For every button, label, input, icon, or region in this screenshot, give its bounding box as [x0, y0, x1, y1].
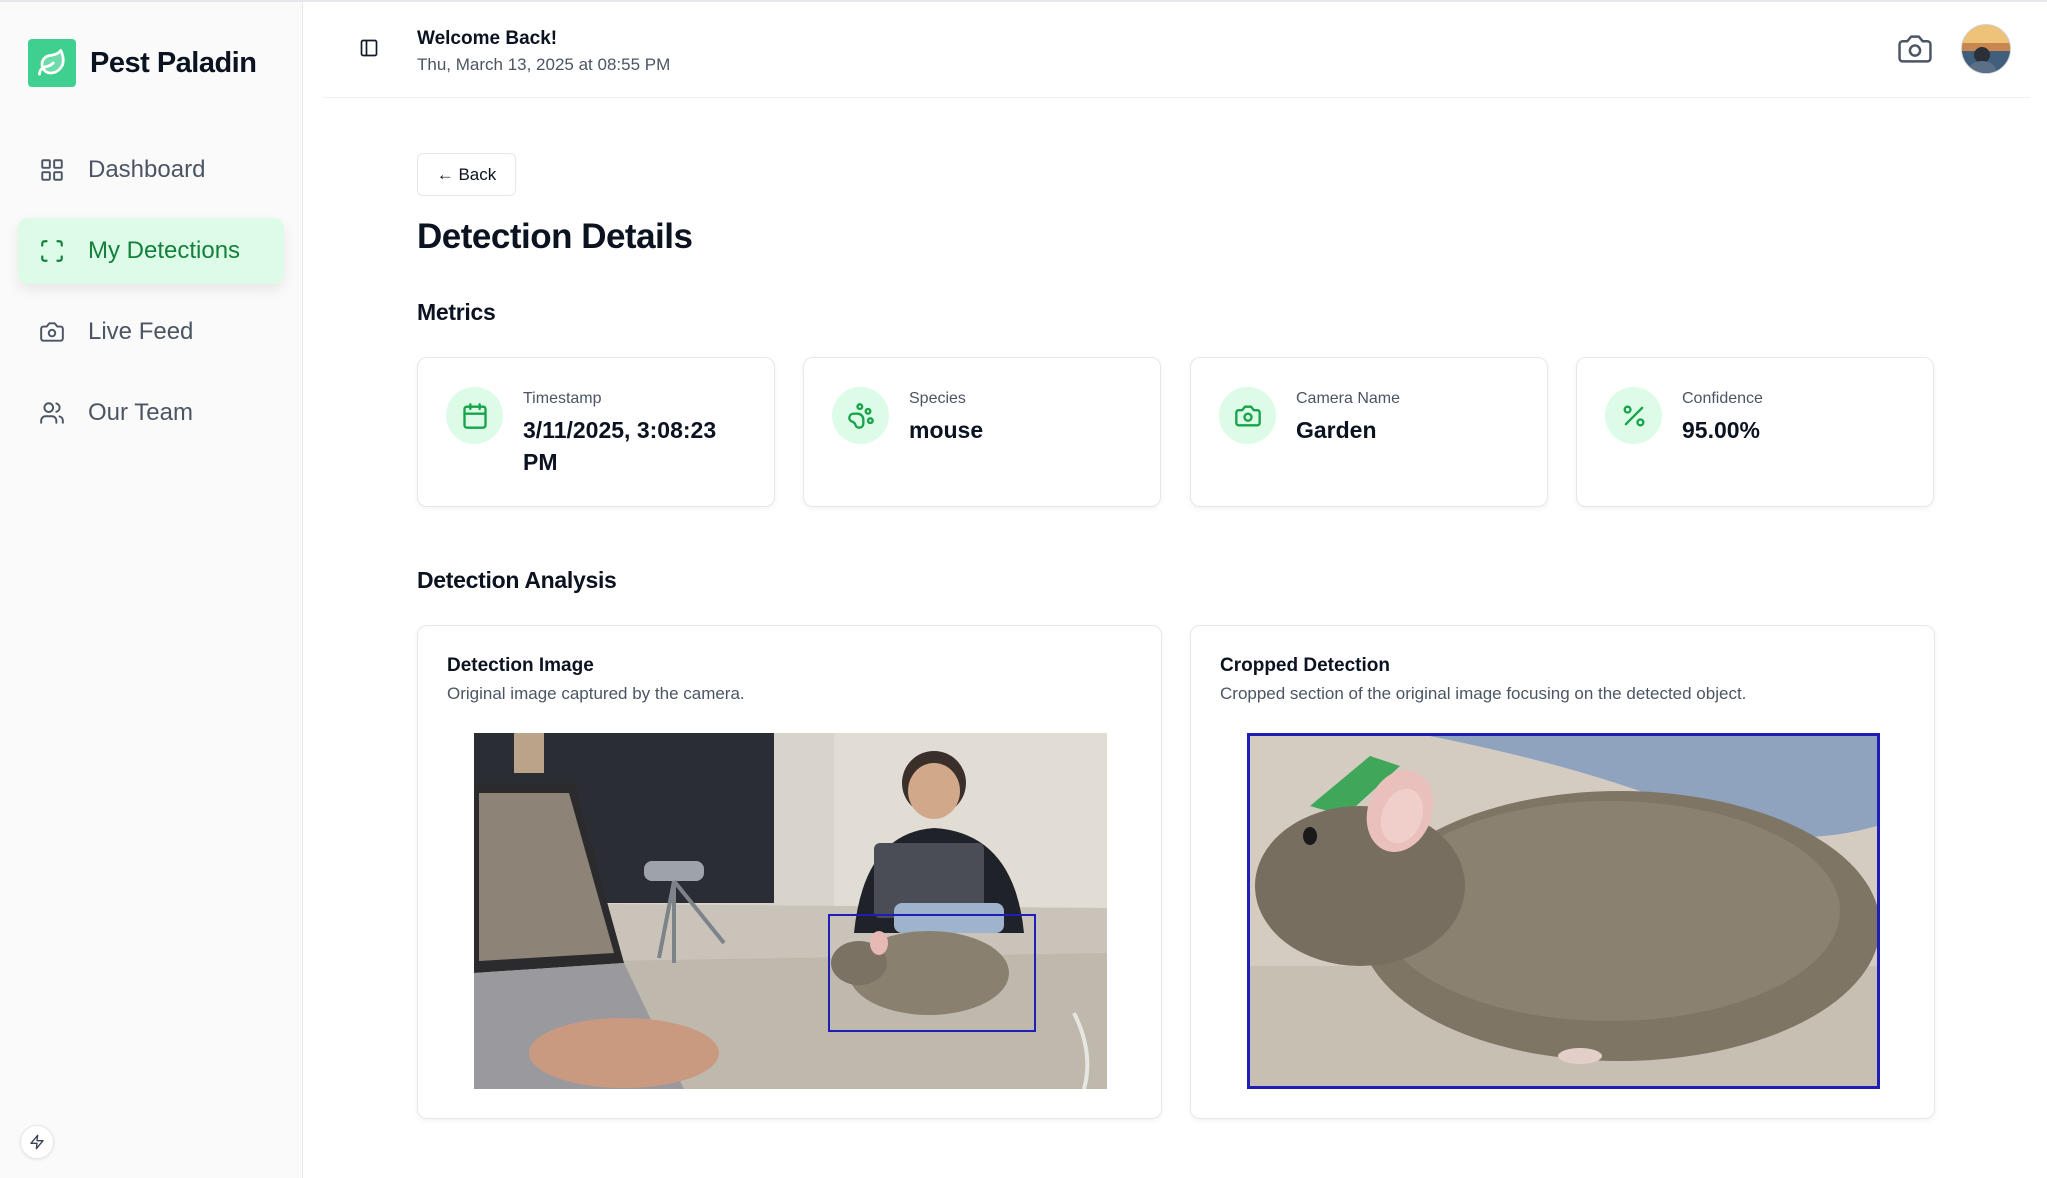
sidebar-item-dashboard[interactable]: Dashboard [18, 137, 284, 203]
camera-icon [38, 318, 66, 346]
metric-card-confidence: Confidence 95.00% [1576, 357, 1934, 507]
sidebar-item-label: Dashboard [88, 156, 206, 183]
metric-label: Camera Name [1296, 390, 1401, 407]
analysis-heading: Detection Analysis [417, 567, 617, 593]
sidebar-toggle-icon[interactable] [359, 38, 383, 62]
metric-card-camera-name: Camera Name Garden [1190, 357, 1548, 507]
back-button[interactable]: ← Back [417, 153, 516, 196]
metric-value: Garden [1296, 417, 1377, 443]
calendar-icon [446, 387, 503, 444]
metric-card-timestamp: Timestamp 3/11/2025, 3:08:23 PM [417, 357, 775, 507]
grid-icon [38, 156, 66, 184]
cropped-detection-card: Cropped Detection Cropped section of the… [1190, 625, 1935, 1119]
card-description: Cropped section of the original image fo… [1220, 684, 1747, 703]
leaf-logo-icon [28, 39, 76, 87]
percent-icon [1605, 387, 1662, 444]
metric-label: Confidence [1682, 390, 1763, 407]
metric-value: 95.00% [1682, 417, 1761, 443]
sidebar-item-my-detections[interactable]: My Detections [18, 218, 284, 284]
app: Pest Paladin Dashboard My Detections Liv… [0, 0, 2047, 1178]
metric-label: Species [909, 390, 966, 407]
metric-value: 3/11/2025, 3:08:23 PM [523, 417, 717, 475]
cropped-detection-image[interactable] [1247, 733, 1880, 1089]
metric-label: Timestamp [523, 390, 602, 407]
camera-icon[interactable] [1896, 32, 1936, 68]
sidebar-item-label: My Detections [88, 237, 241, 264]
detection-image-card: Detection Image Original image captured … [417, 625, 1162, 1119]
avatar[interactable] [1961, 24, 2011, 74]
sidebar-nav: Dashboard My Detections Live Feed Our Te… [18, 137, 284, 461]
current-datetime: Thu, March 13, 2025 at 08:55 PM [417, 55, 671, 74]
users-icon [38, 399, 66, 427]
card-description: Original image captured by the camera. [447, 684, 745, 703]
bolt-icon[interactable] [20, 1125, 54, 1159]
sidebar-item-label: Live Feed [88, 318, 194, 345]
metrics-heading: Metrics [417, 299, 496, 325]
detection-image[interactable] [474, 733, 1107, 1089]
sidebar-item-our-team[interactable]: Our Team [18, 380, 284, 446]
metric-card-species: Species mouse [803, 357, 1161, 507]
welcome-text: Welcome Back! [417, 28, 558, 49]
brand-name: Pest Paladin [90, 46, 257, 79]
scan-icon [38, 237, 66, 265]
card-title: Cropped Detection [1220, 655, 1390, 676]
header: Welcome Back! Thu, March 13, 2025 at 08:… [323, 2, 2030, 98]
camera-icon [1219, 387, 1276, 444]
sidebar-item-label: Our Team [88, 399, 193, 426]
brand[interactable]: Pest Paladin [28, 39, 257, 87]
card-title: Detection Image [447, 655, 594, 676]
sidebar: Pest Paladin Dashboard My Detections Liv… [0, 0, 303, 1178]
paw-icon [832, 387, 889, 444]
page-title: Detection Details [417, 217, 693, 256]
metric-value: mouse [909, 417, 984, 443]
sidebar-item-live-feed[interactable]: Live Feed [18, 299, 284, 365]
